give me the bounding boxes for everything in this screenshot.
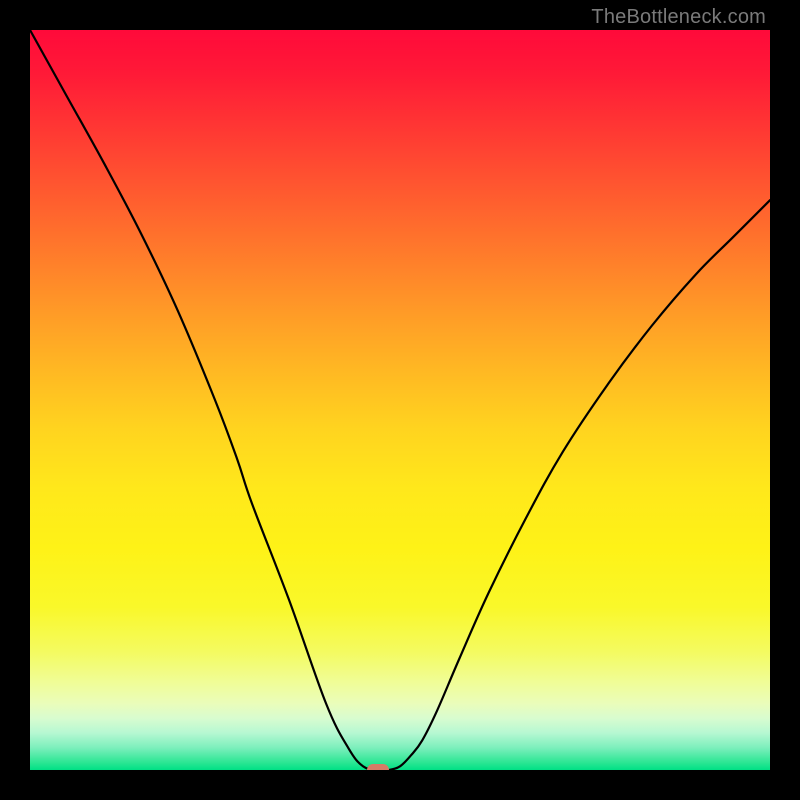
curve-svg	[30, 30, 770, 770]
optimal-point-marker	[367, 764, 389, 770]
chart-frame: TheBottleneck.com	[0, 0, 800, 800]
plot-area	[30, 30, 770, 770]
watermark-text: TheBottleneck.com	[591, 6, 766, 29]
bottleneck-curve	[30, 30, 770, 770]
